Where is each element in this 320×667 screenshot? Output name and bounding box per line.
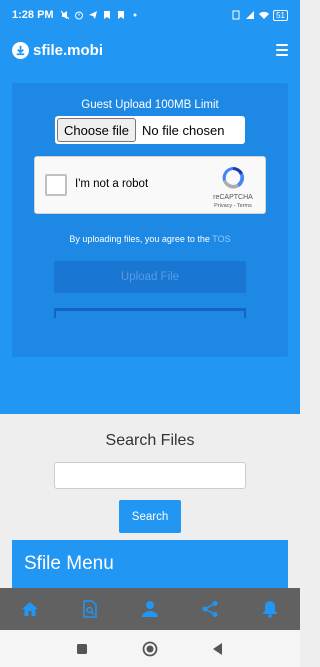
- recaptcha-links[interactable]: Privacy - Terms: [203, 202, 263, 211]
- mute-icon: [60, 10, 69, 20]
- menu-header[interactable]: Sfile Menu: [12, 540, 288, 588]
- bookmark-icon: [103, 11, 110, 19]
- recents-icon[interactable]: [74, 641, 90, 657]
- tos-link[interactable]: TOS: [212, 234, 230, 244]
- battery-icon: 51: [273, 9, 288, 21]
- home-button-icon[interactable]: [142, 641, 158, 657]
- alarm-icon: [74, 11, 83, 20]
- choose-file-button[interactable]: Choose file: [57, 118, 137, 142]
- upload-progress-bar: [54, 308, 246, 318]
- system-status-icons: 51: [231, 9, 288, 21]
- captcha-label: I'm not a robot: [75, 178, 149, 190]
- recaptcha-widget: I'm not a robot reCAPTCHA Privacy - Term…: [34, 156, 266, 214]
- system-nav-bar: [0, 630, 300, 667]
- status-time: 1:28 PM: [12, 9, 54, 21]
- search-button[interactable]: Search: [119, 500, 181, 533]
- upload-section: Guest Upload 100MB Limit Choose file No …: [0, 70, 300, 414]
- upload-panel: Guest Upload 100MB Limit Choose file No …: [12, 83, 288, 357]
- telegram-icon: [88, 11, 97, 19]
- navbar: sfile.mobi: [0, 30, 300, 70]
- brand-logo[interactable]: sfile.mobi: [12, 41, 104, 59]
- brand-name: sfile.mobi: [33, 41, 104, 59]
- upload-title: Guest Upload 100MB Limit: [81, 99, 219, 111]
- search-input[interactable]: [54, 462, 246, 489]
- bookmark-icon-2: [117, 11, 124, 19]
- share-icon[interactable]: [201, 600, 219, 618]
- captcha-checkbox[interactable]: [45, 174, 67, 196]
- dot-icon: [133, 13, 137, 17]
- back-icon[interactable]: [210, 641, 226, 657]
- bell-icon[interactable]: [261, 600, 279, 618]
- agree-text: By uploading files, you agree to the: [69, 234, 210, 244]
- user-icon[interactable]: [141, 600, 159, 618]
- bottom-nav: [0, 588, 300, 630]
- recaptcha-logo-icon: [222, 166, 245, 189]
- terms-notice: By uploading files, you agree to the TOS: [12, 234, 288, 244]
- download-logo-icon: [12, 41, 29, 59]
- home-icon[interactable]: [21, 600, 39, 618]
- notification-icons: [60, 10, 140, 20]
- recaptcha-branding: reCAPTCHA Privacy - Terms: [203, 193, 263, 211]
- no-file-text: No file chosen: [142, 122, 225, 138]
- upload-file-button[interactable]: Upload File: [54, 261, 246, 293]
- file-input[interactable]: Choose file No file chosen: [55, 116, 245, 144]
- recaptcha-brand-text: reCAPTCHA: [213, 194, 253, 201]
- sim-icon: [232, 10, 240, 20]
- status-bar: 1:28 PM 51: [0, 0, 300, 30]
- menu-toggle-icon[interactable]: [276, 44, 288, 56]
- search-title: Search Files: [105, 432, 195, 449]
- file-search-icon[interactable]: [81, 600, 99, 618]
- wifi-icon: [259, 11, 270, 19]
- signal-icon: [246, 11, 255, 19]
